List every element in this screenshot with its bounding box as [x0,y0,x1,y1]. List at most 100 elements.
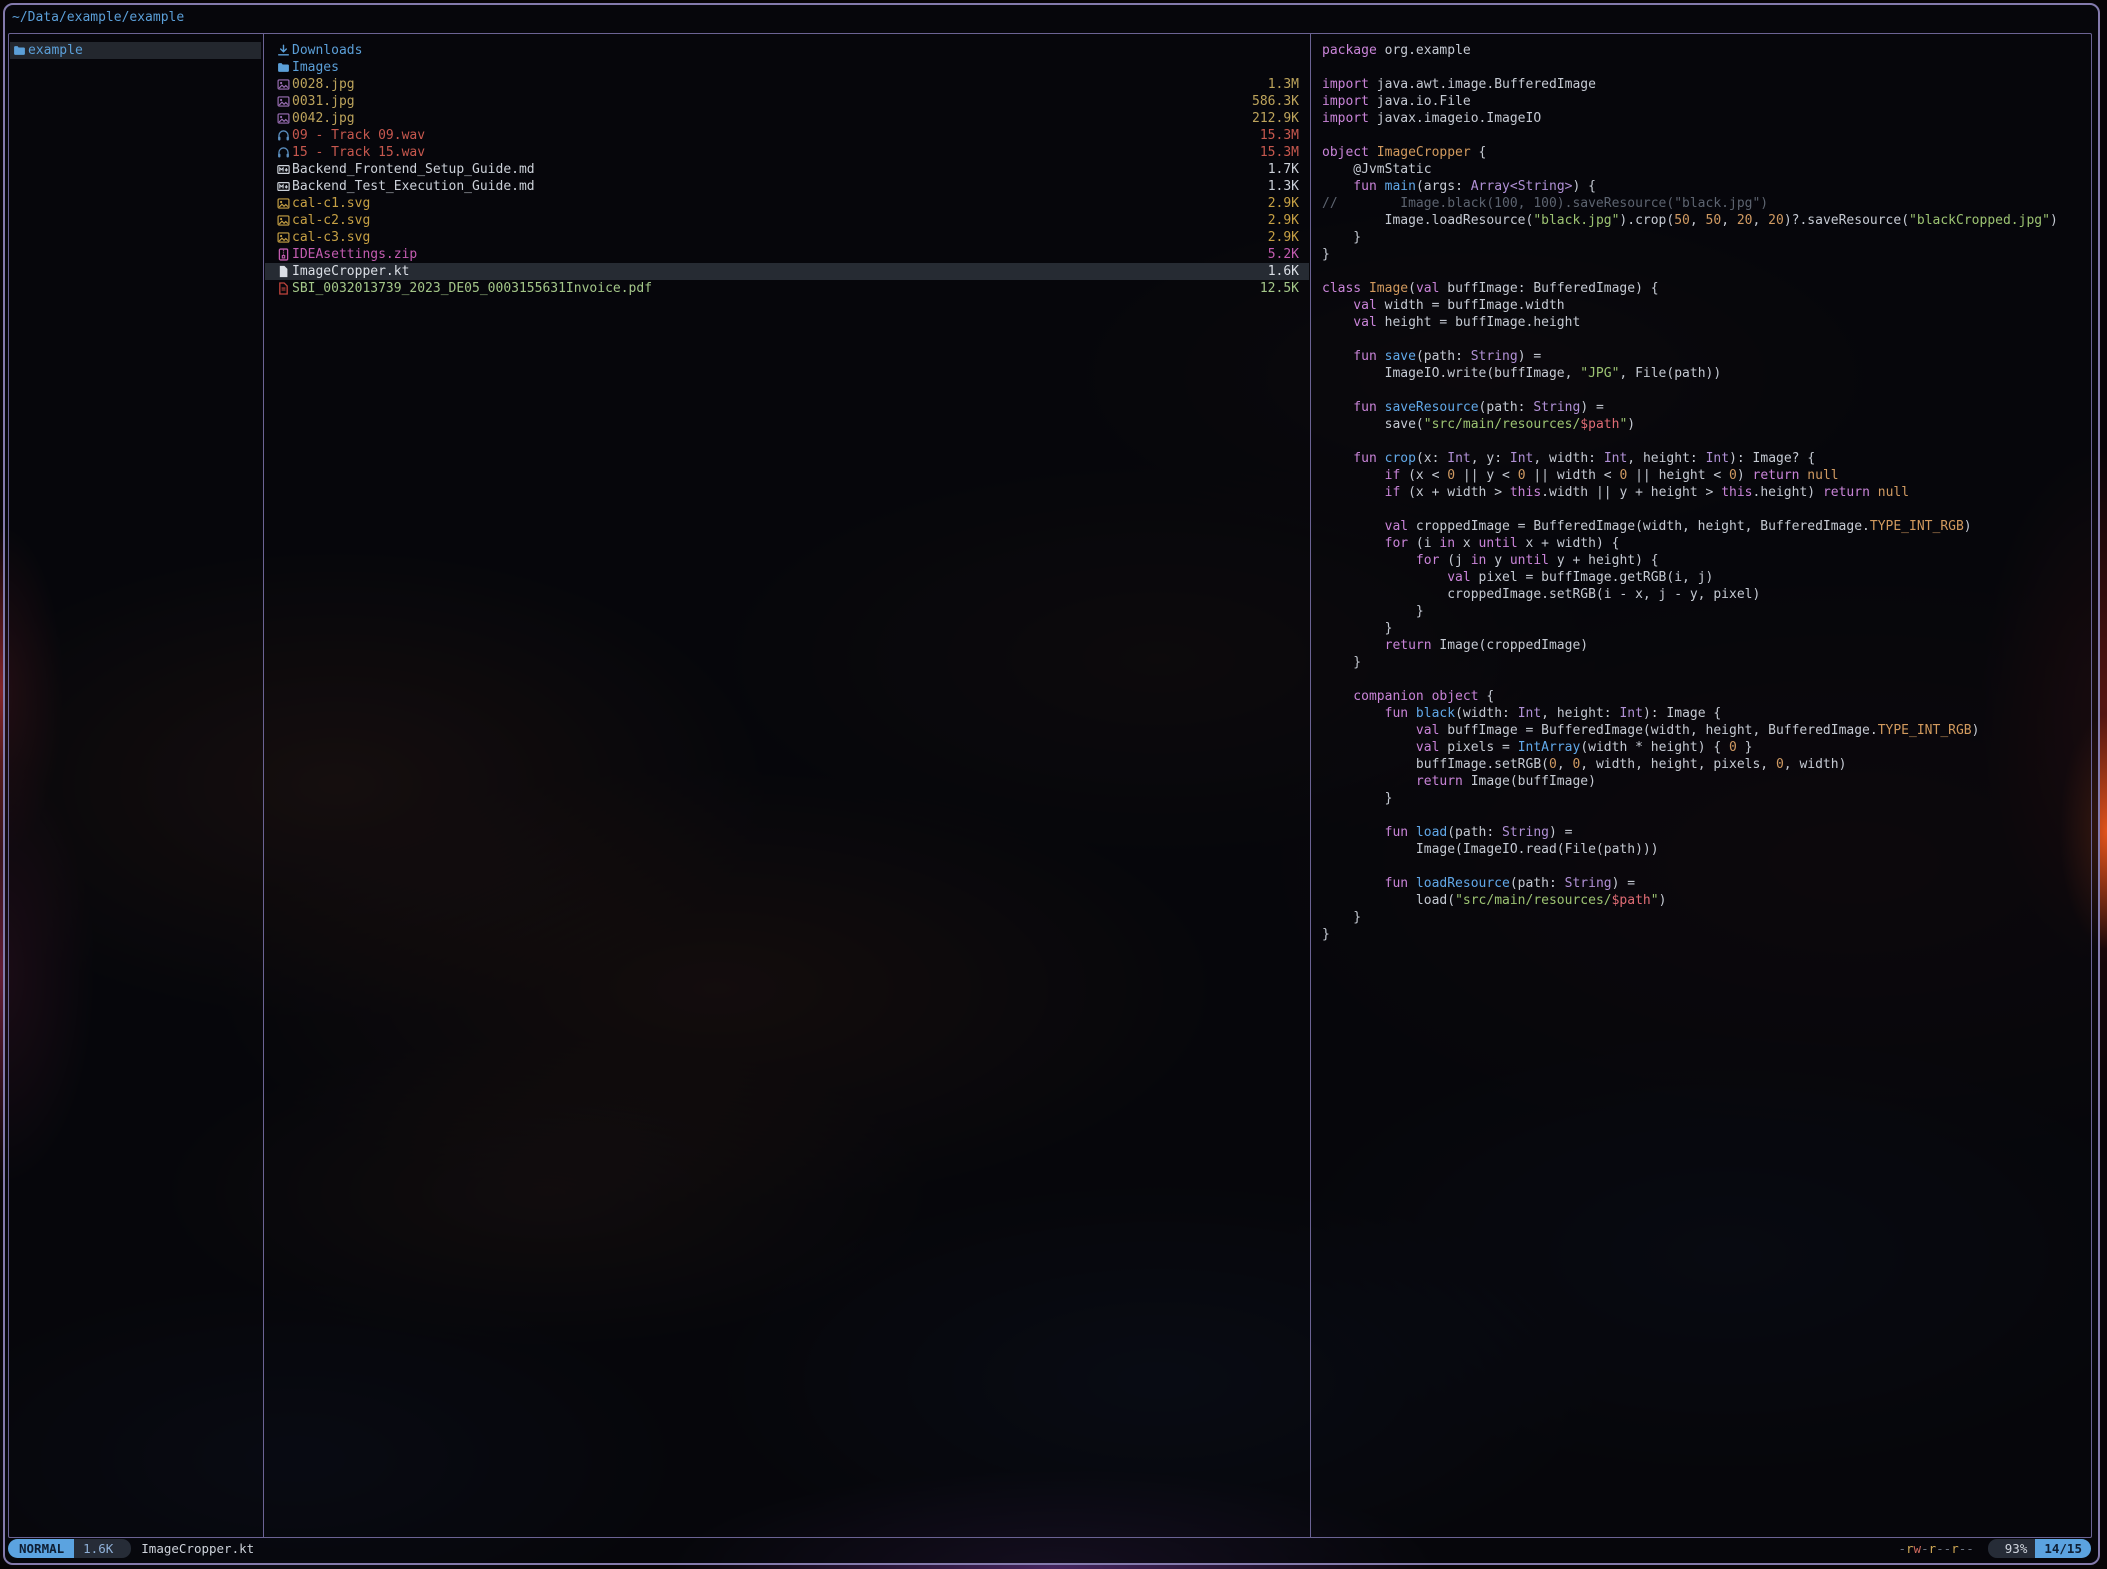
code-segment: width = buffImage.width [1377,298,1565,313]
code-segment: 20 [1768,213,1784,228]
code-segment: java.io.File [1369,94,1471,109]
code-segment: load( [1322,893,1455,908]
markdown-icon [277,180,292,193]
code-line: fun crop(x: Int, y: Int, width: Int, hei… [1311,450,2091,467]
file-list-pane: DownloadsImages0028.jpg1.3M0031.jpg586.3… [264,34,1310,1537]
code-segment: val [1322,723,1439,738]
file-row[interactable]: example [10,42,261,59]
permission-char: - [1921,1541,1929,1556]
code-line: } [1311,790,2091,807]
audio-icon [277,146,292,159]
code-segment: Image(ImageIO.read(File(path))) [1322,842,1659,857]
code-segment: } [1322,230,1361,245]
file-row[interactable]: cal-c3.svg2.9K [265,229,1309,246]
file-size: 2.9K [1268,212,1299,229]
code-segment: @JvmStatic [1322,162,1432,177]
file-size: 2.9K [1268,195,1299,212]
code-segment: .width || y + height > [1541,485,1721,500]
code-segment: until [1510,553,1549,568]
code-segment: Int [1518,706,1541,721]
code-segment: , [1721,213,1737,228]
code-segment: ) [1972,723,1980,738]
code-segment: fun [1322,349,1377,364]
code-segment: return [1322,638,1432,653]
code-segment: ImageIO.write(buffImage, [1322,366,1580,381]
file-row[interactable]: cal-c2.svg2.9K [265,212,1309,229]
code-line: class Image(val buffImage: BufferedImage… [1311,280,2091,297]
code-line: } [1311,246,2091,263]
file-name: 15 - Track 15.wav [292,144,1260,161]
file-row[interactable]: 0031.jpg586.3K [265,93,1309,110]
file-row[interactable]: Backend_Test_Execution_Guide.md1.3K [265,178,1309,195]
code-segment: this [1510,485,1541,500]
code-segment: ): Image? { [1729,451,1815,466]
code-segment: "blackCropped.jpg" [1909,213,2050,228]
file-row[interactable]: 0042.jpg212.9K [265,110,1309,127]
code-line: } [1311,620,2091,637]
code-segment: ) [1737,468,1753,483]
code-segment: loadResource [1408,876,1510,891]
code-segment: ) [1964,519,1972,534]
permission-char: r [1951,1541,1959,1556]
file-name: Images [292,59,1299,76]
code-segment: 50 [1706,213,1722,228]
file-row[interactable]: Backend_Frontend_Setup_Guide.md1.7K [265,161,1309,178]
code-line [1311,382,2091,399]
code-segment: "JPG" [1580,366,1619,381]
file-name: Backend_Frontend_Setup_Guide.md [292,161,1268,178]
code-segment: } [1322,621,1392,636]
code-segment: (width * height) { [1580,740,1729,755]
code-line: for (i in x until x + width) { [1311,535,2091,552]
code-segment: val [1322,315,1377,330]
code-segment: .height) [1753,485,1823,500]
code-segment: Image.loadResource( [1322,213,1533,228]
file-row[interactable]: IDEAsettings.zip5.2K [265,246,1309,263]
code-line: } [1311,909,2091,926]
code-segment: fun [1322,706,1408,721]
code-segment: class [1322,281,1361,296]
status-bar: NORMAL 1.6K ImageCropper.kt -rw-r--r-- 9… [8,1537,2091,1559]
code-line: fun save(path: String) = [1311,348,2091,365]
code-line [1311,501,2091,518]
code-line: fun load(path: String) = [1311,824,2091,841]
code-segment: Int [1619,706,1642,721]
file-row[interactable]: 15 - Track 15.wav15.3M [265,144,1309,161]
code-segment: ) [2050,213,2058,228]
code-segment: (width: [1455,706,1518,721]
code-segment: } [1322,655,1361,670]
code-segment: Image [1361,281,1408,296]
code-segment: val [1322,740,1439,755]
file-size: 2.9K [1268,229,1299,246]
image-icon [277,197,292,210]
code-segment: saveResource [1377,400,1479,415]
code-segment: "src/main/resources/ [1424,417,1581,432]
code-segment: 20 [1737,213,1753,228]
file-preview-pane[interactable]: package org.example import java.awt.imag… [1311,34,2091,1537]
code-segment: buffImage: BufferedImage) { [1439,281,1658,296]
file-row[interactable]: 09 - Track 09.wav15.3M [265,127,1309,144]
code-segment: ) { [1572,179,1595,194]
code-segment: fun [1322,825,1408,840]
code-line: croppedImage.setRGB(i - x, j - y, pixel) [1311,586,2091,603]
code-segment: , width) [1784,757,1847,772]
file-row[interactable]: 0028.jpg1.3M [265,76,1309,93]
file-row[interactable]: Images [265,59,1309,76]
file-row[interactable]: SBI_0032013739_2023_DE05_0003155631Invoi… [265,280,1309,297]
permission-char: - [1966,1541,1974,1556]
code-line [1311,671,2091,688]
code-segment: 0 [1518,468,1526,483]
code-segment: val [1322,519,1408,534]
code-segment: IntArray [1518,740,1581,755]
file-size: 1.6K [1268,263,1299,280]
code-line: fun saveResource(path: String) = [1311,399,2091,416]
file-row[interactable]: Downloads [265,42,1309,59]
code-segment: } [1322,791,1392,806]
code-segment: (path: [1447,825,1502,840]
code-line: val pixels = IntArray(width * height) { … [1311,739,2091,756]
file-row[interactable]: cal-c1.svg2.9K [265,195,1309,212]
code-segment: val [1416,281,1439,296]
file-row[interactable]: ImageCropper.kt1.6K [265,263,1309,280]
code-line: import java.io.File [1311,93,2091,110]
code-segment: || y < [1455,468,1518,483]
code-segment: height = buffImage.height [1377,315,1581,330]
